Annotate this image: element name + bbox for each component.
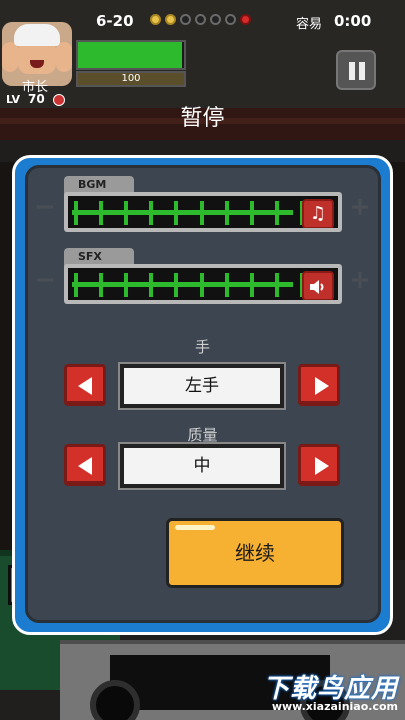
hand-prev-button[interactable] [64, 364, 106, 406]
stage-progress-dots [150, 14, 251, 25]
arrow-left-icon [78, 377, 92, 395]
sfx-slider-track [68, 268, 338, 300]
slider-tick [124, 273, 129, 297]
slider-tick [99, 201, 104, 225]
slider-tick [199, 273, 204, 297]
quality-prev-button[interactable] [64, 444, 106, 486]
continue-button[interactable]: 继续 [166, 518, 344, 588]
page-title: 暂停 [180, 106, 225, 131]
sfx-increase-button[interactable]: + [347, 267, 373, 294]
arrow-right-icon [315, 457, 329, 475]
stage-dot [210, 14, 221, 25]
sfx-slider-fill [72, 282, 293, 287]
stage-dot [195, 14, 206, 25]
experience-bar: 100 [76, 71, 186, 87]
stage-dot [150, 14, 161, 25]
bgm-decrease-button[interactable]: − [32, 194, 58, 221]
sfx-decrease-button[interactable]: − [32, 267, 58, 294]
stage-dot [165, 14, 176, 25]
stage-dot [225, 14, 236, 25]
slider-tick [224, 201, 229, 225]
slider-tick [124, 201, 129, 225]
speaker-icon [302, 271, 334, 300]
quality-next-button[interactable] [298, 444, 340, 486]
health-bar-fill [78, 42, 182, 68]
pause-icon [349, 62, 355, 80]
stage-dot [240, 14, 251, 25]
button-shine [175, 525, 215, 530]
health-bar [76, 40, 186, 70]
slider-tick [149, 201, 154, 225]
arrow-left-icon [78, 457, 92, 475]
hand-label: 手 [194, 338, 210, 356]
bgm-increase-button[interactable]: + [347, 194, 373, 221]
bgm-slider-track: ♫ [68, 196, 338, 228]
slider-tick [174, 273, 179, 297]
avatar-arm [56, 42, 72, 72]
slider-tick [199, 201, 204, 225]
quality-value: 中 [118, 442, 286, 490]
bgm-slider[interactable]: ♫ [64, 192, 342, 232]
difficulty-label: 容易 [296, 17, 323, 32]
experience-value: 100 [121, 73, 141, 84]
stage-number: 6-20 [96, 12, 134, 30]
avatar-arm [2, 42, 18, 72]
slider-tick [249, 273, 254, 297]
pause-button[interactable] [336, 50, 376, 90]
slider-tick [249, 201, 254, 225]
slider-tick [74, 201, 78, 225]
pause-icon [359, 62, 365, 80]
slider-tick [74, 273, 78, 297]
sfx-slider[interactable] [64, 264, 342, 304]
watermark-url: www.xiazainiao.com [271, 700, 398, 713]
watermark-logo: 下载鸟应用 www.xiazainiao.com [246, 668, 402, 718]
continue-label: 继续 [235, 541, 275, 565]
slider-tick [174, 201, 179, 225]
hand-value: 左手 [118, 362, 286, 410]
slider-tick [224, 273, 229, 297]
slider-tick [274, 273, 279, 297]
slider-tick [274, 201, 279, 225]
avatar-hat [14, 24, 60, 46]
slider-tick [99, 273, 104, 297]
arrow-right-icon [315, 377, 329, 395]
stage-dot [180, 14, 191, 25]
music-note-icon: ♫ [302, 199, 334, 228]
bgm-slider-fill [72, 210, 293, 215]
hand-next-button[interactable] [298, 364, 340, 406]
quality-label: 质量 [187, 426, 218, 444]
slider-tick [149, 273, 154, 297]
timer: 0:00 [334, 12, 372, 30]
